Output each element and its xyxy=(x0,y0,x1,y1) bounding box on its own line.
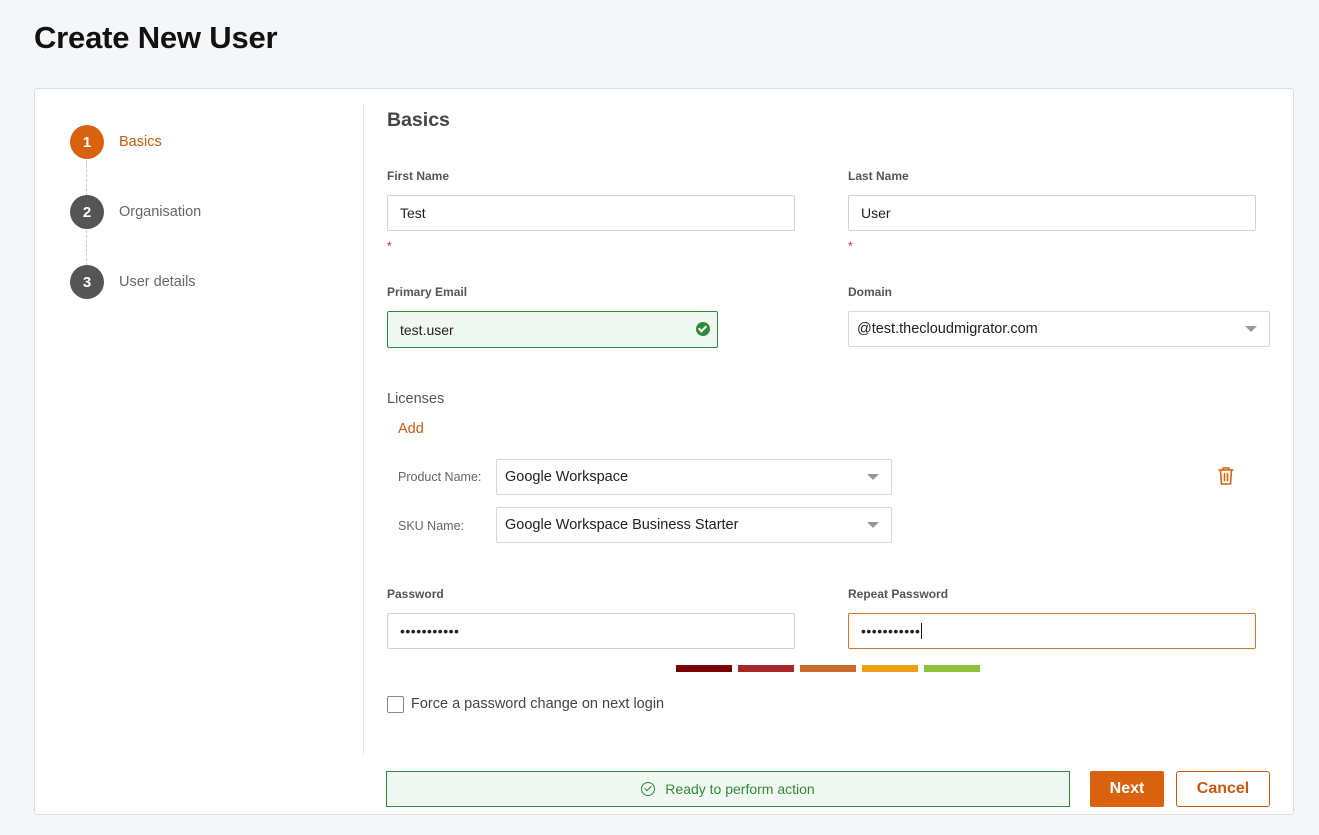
last-name-input[interactable]: User xyxy=(848,195,1256,231)
chevron-down-icon xyxy=(867,522,879,528)
password-label: Password xyxy=(387,587,444,601)
force-password-change-checkbox[interactable] xyxy=(387,696,404,713)
sku-name-value: Google Workspace Business Starter xyxy=(505,517,739,533)
trash-icon[interactable] xyxy=(1217,466,1235,486)
first-name-input[interactable]: Test xyxy=(387,195,795,231)
domain-value: @test.thecloudmigrator.com xyxy=(857,321,1038,337)
required-mark: * xyxy=(387,239,392,253)
licenses-label: Licenses xyxy=(387,391,445,407)
stepper-connector xyxy=(86,230,87,266)
first-name-value: Test xyxy=(400,205,426,221)
create-user-card: 1 Basics 2 Organisation 3 User details B… xyxy=(34,88,1294,815)
chevron-down-icon xyxy=(867,474,879,480)
vertical-divider xyxy=(363,105,364,755)
required-mark: * xyxy=(848,239,853,253)
primary-email-value: test.user xyxy=(400,321,454,338)
step-number: 1 xyxy=(70,125,104,159)
domain-select[interactable]: @test.thecloudmigrator.com xyxy=(848,311,1270,347)
repeat-password-value: ••••••••••• xyxy=(861,623,921,639)
add-license-button[interactable]: Add xyxy=(398,421,424,437)
step-label: User details xyxy=(119,274,196,290)
section-title: Basics xyxy=(387,109,450,131)
product-name-select[interactable]: Google Workspace xyxy=(496,459,892,495)
last-name-value: User xyxy=(861,205,891,221)
step-user-details[interactable]: 3 User details xyxy=(70,265,196,299)
status-bar: Ready to perform action xyxy=(386,771,1070,807)
last-name-label: Last Name xyxy=(848,169,909,183)
first-name-label: First Name xyxy=(387,169,450,183)
step-organisation[interactable]: 2 Organisation xyxy=(70,195,201,229)
force-password-change-label[interactable]: Force a password change on next login xyxy=(411,696,664,712)
step-label: Basics xyxy=(119,134,162,150)
repeat-password-input[interactable]: ••••••••••• xyxy=(848,613,1256,649)
text-cursor xyxy=(921,623,923,639)
status-text: Ready to perform action xyxy=(665,781,815,797)
primary-email-input[interactable]: test.user xyxy=(387,311,718,348)
chevron-down-icon xyxy=(1245,326,1257,332)
step-number: 3 xyxy=(70,265,104,299)
domain-label: Domain xyxy=(848,285,893,299)
check-circle-icon xyxy=(641,782,656,796)
sku-name-select[interactable]: Google Workspace Business Starter xyxy=(496,507,892,543)
next-button[interactable]: Next xyxy=(1090,771,1164,807)
cancel-button[interactable]: Cancel xyxy=(1176,771,1270,807)
valid-check-icon xyxy=(696,322,710,336)
strength-segment xyxy=(676,665,732,672)
product-name-value: Google Workspace xyxy=(505,469,629,485)
sku-name-label: SKU Name: xyxy=(398,519,464,533)
step-basics[interactable]: 1 Basics xyxy=(70,125,162,159)
strength-segment xyxy=(738,665,794,672)
password-input[interactable]: ••••••••••• xyxy=(387,613,795,649)
step-number: 2 xyxy=(70,195,104,229)
strength-segment xyxy=(862,665,918,672)
strength-segment xyxy=(924,665,980,672)
strength-segment xyxy=(800,665,856,672)
stepper-connector xyxy=(86,160,87,196)
product-name-label: Product Name: xyxy=(398,470,482,484)
step-label: Organisation xyxy=(119,204,202,220)
primary-email-label: Primary Email xyxy=(387,285,468,299)
password-value: ••••••••••• xyxy=(400,623,460,639)
page-title: Create New User xyxy=(34,20,278,55)
repeat-password-label: Repeat Password xyxy=(848,587,949,601)
